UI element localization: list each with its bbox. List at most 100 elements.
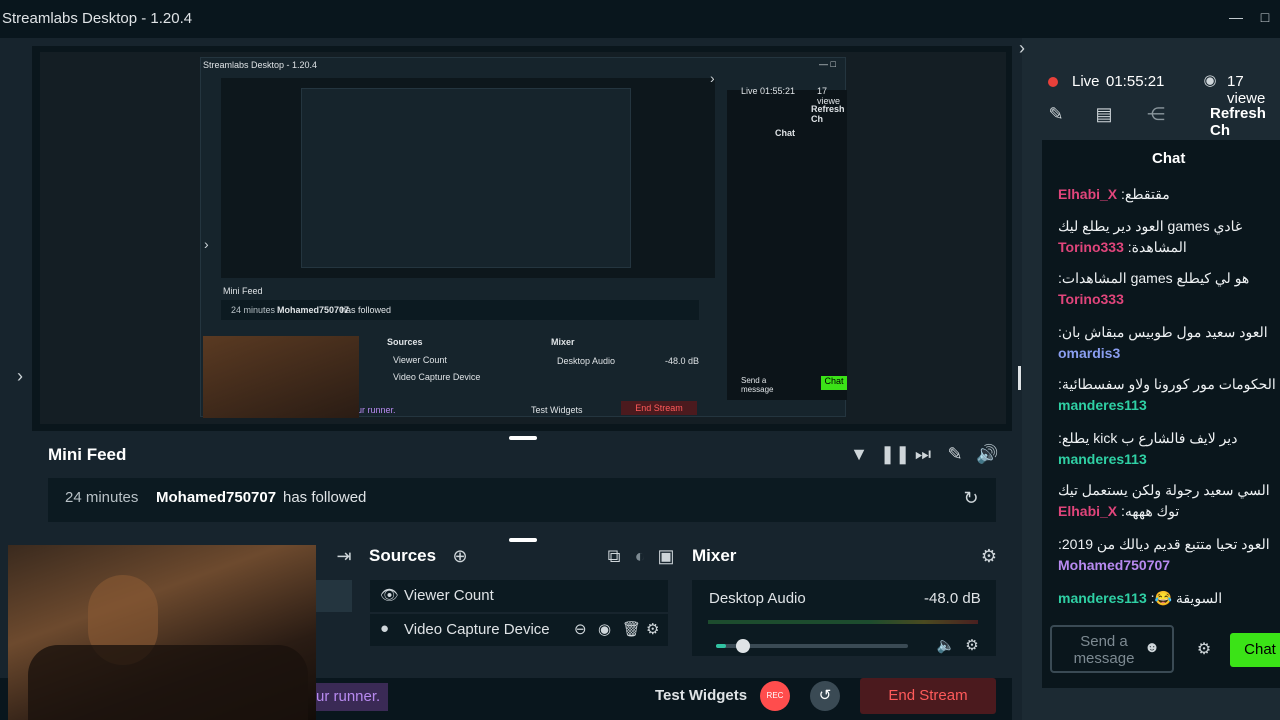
nested-test-widgets: Test Widgets: [531, 405, 583, 415]
chat-send-button[interactable]: Chat: [1230, 633, 1280, 667]
refresh-icon[interactable]: ↻: [960, 488, 982, 509]
nested-source-2: Video Capture Device: [393, 372, 481, 382]
test-widgets-button[interactable]: Test Widgets: [655, 687, 747, 704]
folder-add-icon[interactable]: ▣: [656, 546, 676, 567]
feed-time: 24 minutes: [65, 489, 139, 506]
nested-db: -48.0 dB: [665, 356, 700, 366]
chat-separator: :: [1117, 186, 1125, 202]
gear-icon[interactable]: ⚙: [646, 620, 659, 638]
chat-input-placeholder: Send a message: [1073, 633, 1135, 667]
chat-message: الحكومات مور كورونا ولاو سفسطائية: mande…: [1058, 374, 1276, 416]
nested-sources: Sources: [387, 337, 423, 347]
nested-title: Streamlabs Desktop - 1.20.4: [203, 60, 318, 70]
panel-resizer[interactable]: [1018, 366, 1021, 390]
nested-chat-title: Chat: [775, 128, 795, 138]
nested-send-message: Send a message: [741, 376, 774, 394]
source-item[interactable]: ● Video Capture Device ⊖ ◉ 🗑 ⚙: [370, 614, 668, 646]
audio-icon[interactable]: ◐: [630, 546, 650, 567]
chat-text: السويقة 😂: [1154, 590, 1223, 606]
runner-notice: ur runner.: [316, 683, 388, 711]
pause-icon[interactable]: ❚❚: [880, 444, 910, 465]
lock-icon[interactable]: ⊖: [574, 620, 587, 638]
maximize-button[interactable]: □: [1258, 10, 1272, 24]
nested-runner: ur runner.: [357, 405, 396, 415]
skip-icon[interactable]: ⏭: [912, 444, 934, 465]
chat-text: مقتقطع: [1124, 186, 1170, 202]
chat-username[interactable]: manderes113: [1058, 397, 1147, 413]
minimize-button[interactable]: —: [1229, 10, 1243, 24]
nested-deep-capture: [301, 88, 631, 268]
share-icon[interactable]: ⋲: [1146, 104, 1166, 125]
chat-title: Chat: [1152, 150, 1186, 167]
chat-message: السي سعيد رجولة ولكن يستعمل تيك توك هههه…: [1058, 480, 1276, 522]
chat-username[interactable]: omardis3: [1058, 345, 1120, 361]
volume-fill: [716, 644, 726, 648]
chat-username[interactable]: Elhabi_X: [1058, 503, 1117, 519]
nested-feed-time: 24 minutes: [231, 305, 276, 315]
feed-user[interactable]: Mohamed750707: [156, 489, 276, 506]
trash-icon[interactable]: 🗑: [622, 620, 641, 638]
chevron-right-icon: ›: [204, 236, 209, 252]
volume-knob[interactable]: [736, 639, 750, 653]
volume-icon[interactable]: 🔊: [976, 444, 998, 465]
collapse-icon[interactable]: ⇥: [334, 546, 354, 567]
chat-message: دير لايف فالشارع ب kick يطلع: manderes11…: [1058, 428, 1276, 470]
nested-feed-user: Mohamed750707: [277, 305, 350, 315]
nested-feed-action: has followed: [341, 305, 392, 315]
collapse-chevron-icon[interactable]: ›: [1014, 38, 1030, 59]
nested-chat-button: Chat: [821, 376, 847, 390]
chat-username[interactable]: Elhabi_X: [1058, 186, 1117, 202]
speaker-icon[interactable]: 🔈: [935, 636, 957, 654]
mixer-title: Mixer: [692, 546, 737, 565]
nested-window-controls: — □: [819, 59, 836, 69]
replay-buffer-icon[interactable]: ↺: [810, 681, 840, 711]
gear-icon[interactable]: ⚙: [961, 636, 983, 654]
chat-username[interactable]: Torino333: [1058, 239, 1124, 255]
end-stream-button[interactable]: End Stream: [860, 678, 996, 714]
chat-message: مقتقطع: Elhabi_X: [1058, 184, 1276, 205]
emoji-icon[interactable]: ☻: [1142, 639, 1162, 656]
chat-username[interactable]: Mohamed750707: [1058, 557, 1170, 573]
rec-button[interactable]: REC: [760, 681, 790, 711]
feed-item: 24 minutes Mohamed750707 has followed ↻: [48, 478, 996, 522]
mute-alerts-icon[interactable]: ✎: [944, 444, 966, 465]
nested-refresh: Refresh Ch: [811, 104, 845, 124]
source-label: Video Capture Device: [404, 621, 550, 638]
dashboard-icon[interactable]: ▤: [1094, 104, 1114, 125]
scene-item[interactable]: [316, 580, 352, 612]
viewer-count: 17 viewe: [1227, 73, 1266, 107]
sources-title: Sources: [369, 546, 437, 565]
scene-collection-icon[interactable]: ⧉: [604, 546, 624, 567]
chevron-right-icon[interactable]: ›: [12, 366, 28, 387]
nested-preview: [221, 78, 715, 278]
chat-separator: :: [1117, 503, 1125, 519]
chevron-right-icon: ›: [710, 70, 715, 86]
live-timer: 01:55:21: [1106, 73, 1165, 90]
chat-username[interactable]: manderes113: [1058, 590, 1147, 606]
stream-preview[interactable]: Streamlabs Desktop - 1.20.4 — □ Mini Fee…: [40, 52, 1006, 424]
chat-username[interactable]: Torino333: [1058, 291, 1124, 307]
chat-input[interactable]: Send a message ☻: [1050, 625, 1174, 673]
panel-divider: [32, 428, 1012, 431]
resize-handle[interactable]: [509, 538, 537, 542]
audio-meter: [708, 620, 978, 624]
chat-message: غادي games العود دير يطلع ليك المشاهدة: …: [1058, 216, 1276, 258]
source-item[interactable]: 👁 Viewer Count: [370, 580, 668, 612]
gear-icon[interactable]: ⚙: [1194, 639, 1214, 659]
mixer-channel: Desktop Audio -48.0 dB 🔈 ⚙: [692, 580, 996, 656]
webcam-feed: [8, 545, 316, 720]
eye-icon: 👁: [380, 587, 400, 604]
chat-separator: :: [1146, 590, 1155, 606]
chat-separator: :: [1123, 239, 1132, 255]
visibility-icon[interactable]: ◉: [598, 620, 611, 638]
resize-handle[interactable]: [509, 436, 537, 440]
chat-text: العود سعيد مول طوبيس مبقاش بان: [1061, 324, 1268, 340]
gear-icon[interactable]: ⚙: [978, 546, 1000, 567]
chat-username[interactable]: manderes113: [1058, 451, 1147, 467]
pencil-icon[interactable]: ✎: [1046, 104, 1066, 125]
filter-icon[interactable]: ▼: [848, 444, 870, 465]
refresh-chat-button[interactable]: Refresh Ch: [1210, 105, 1280, 139]
nested-mini-feed: Mini Feed: [223, 286, 263, 296]
nested-viewers: 17 viewe: [817, 86, 841, 106]
add-source-icon[interactable]: ⊕: [450, 546, 470, 567]
